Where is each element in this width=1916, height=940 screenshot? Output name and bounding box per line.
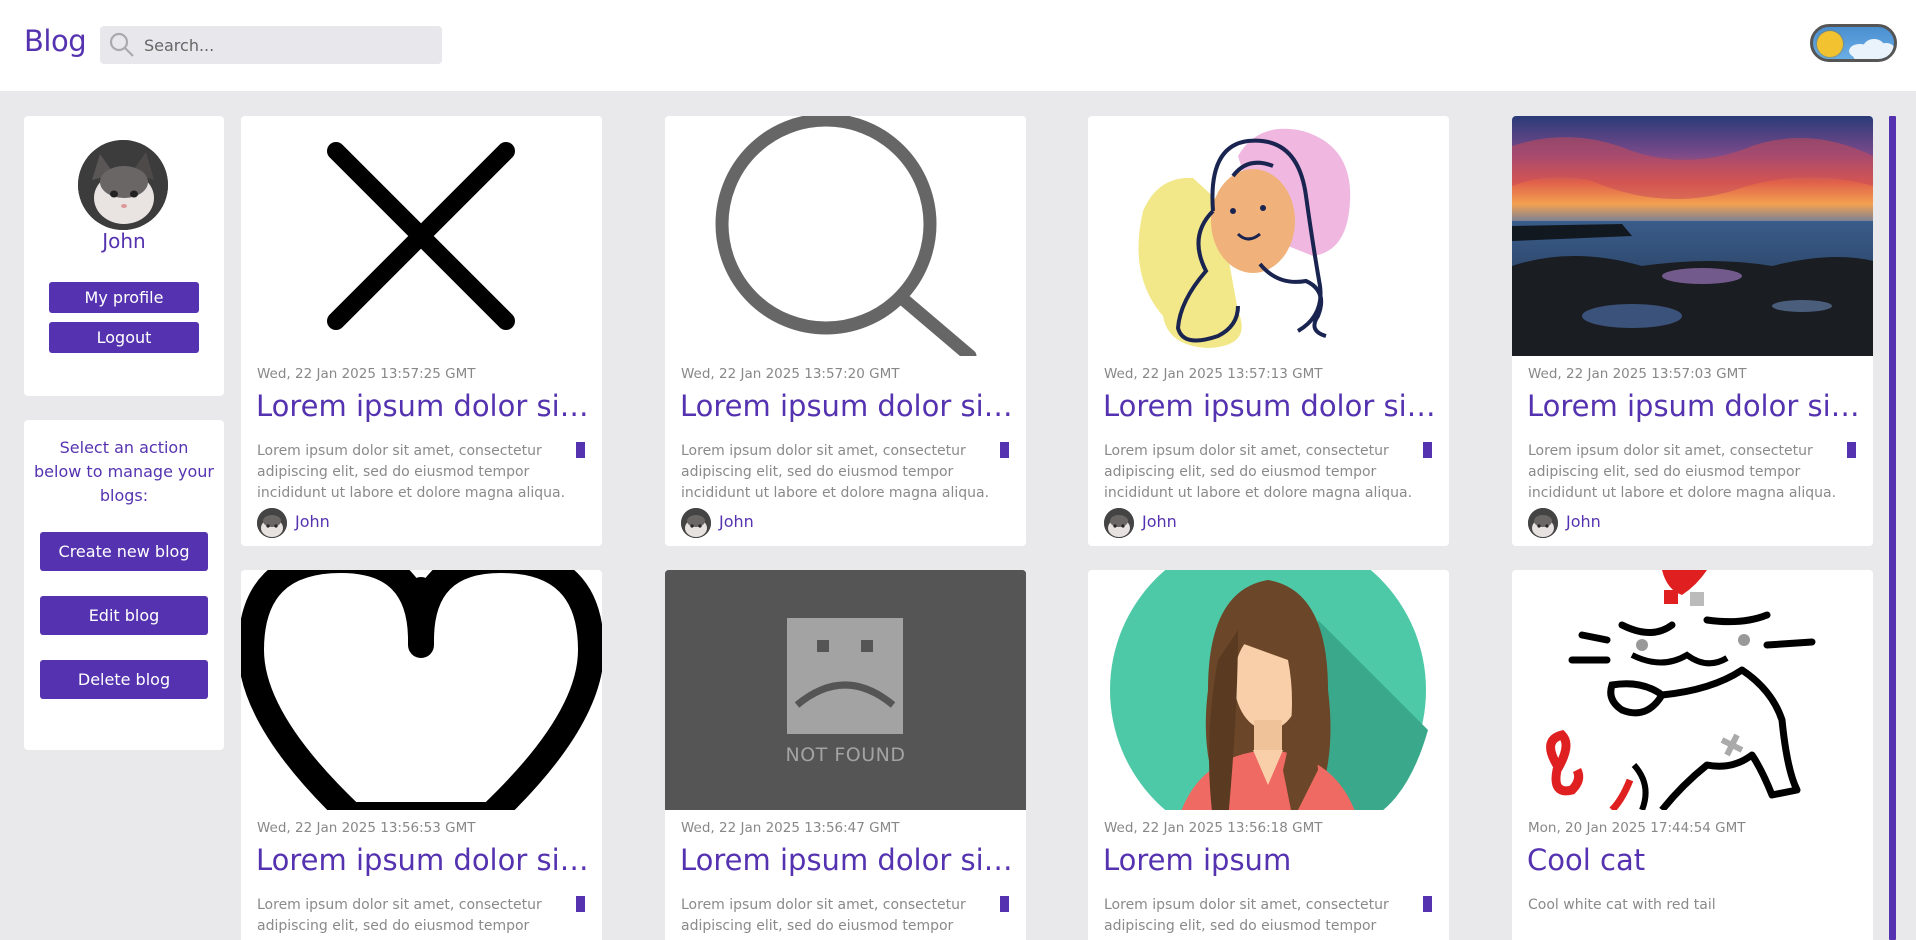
post-date: Wed, 22 Jan 2025 13:57:20 GMT — [681, 366, 900, 382]
post-date: Wed, 22 Jan 2025 13:56:53 GMT — [257, 820, 476, 836]
bookmark-icon[interactable] — [1000, 442, 1009, 458]
author-avatar — [1528, 508, 1558, 538]
post-date: Wed, 22 Jan 2025 13:56:18 GMT — [1104, 820, 1323, 836]
not-found-image — [665, 570, 1026, 810]
post-excerpt: Lorem ipsum dolor sit amet, consectetur … — [681, 897, 966, 934]
search-icon — [109, 32, 134, 57]
bookmark-icon[interactable] — [1423, 442, 1432, 458]
post-date: Wed, 22 Jan 2025 13:57:13 GMT — [1104, 366, 1323, 382]
bookmark-icon[interactable] — [576, 896, 585, 912]
scrollbar[interactable] — [1889, 116, 1896, 940]
post-title[interactable]: Lorem ipsum — [1103, 843, 1439, 877]
post-title[interactable]: Lorem ipsum dolor sit amet — [680, 389, 1016, 423]
actions-panel: Select an action below to manage your bl… — [24, 420, 224, 750]
post-title[interactable]: Lorem ipsum dolor sit amet — [256, 389, 592, 423]
post-excerpt: Cool white cat with red tail — [1528, 897, 1716, 913]
blog-thumbnail[interactable] — [665, 116, 1026, 356]
logout-button[interactable]: Logout — [49, 322, 199, 353]
post-excerpt: Lorem ipsum dolor sit amet, consectetur … — [1104, 443, 1413, 501]
bookmark-icon[interactable] — [1000, 896, 1009, 912]
brand-logo[interactable]: Blog — [24, 24, 87, 58]
blog-thumbnail[interactable] — [241, 116, 602, 356]
edit-blog-button[interactable]: Edit blog — [40, 596, 208, 635]
post-title[interactable]: Lorem ipsum dolor sit amet — [1527, 389, 1863, 423]
create-blog-button[interactable]: Create new blog — [40, 532, 208, 571]
magnifier-image — [665, 116, 1026, 356]
blog-card[interactable]: Mon, 20 Jan 2025 17:44:54 GMT Cool cat C… — [1512, 570, 1873, 940]
blog-card[interactable]: NOT FOUND Wed, 22 Jan 2025 13:56:47 GMT … — [665, 570, 1026, 940]
bookmark-icon[interactable] — [1847, 442, 1856, 458]
not-found-label: NOT FOUND — [785, 744, 906, 766]
post-title[interactable]: Cool cat — [1527, 843, 1863, 877]
post-title[interactable]: Lorem ipsum dolor sit amet — [1103, 389, 1439, 423]
author-name[interactable]: John — [719, 512, 754, 531]
blog-card[interactable]: Wed, 22 Jan 2025 13:56:53 GMT Lorem ipsu… — [241, 570, 602, 940]
post-title[interactable]: Lorem ipsum dolor sit amet — [680, 843, 1016, 877]
close-x-image — [241, 116, 602, 356]
blog-card[interactable]: Wed, 22 Jan 2025 13:57:13 GMT Lorem ipsu… — [1088, 116, 1449, 546]
bookmark-icon[interactable] — [1423, 896, 1432, 912]
post-title[interactable]: Lorem ipsum dolor sit amet — [256, 843, 592, 877]
post-date: Wed, 22 Jan 2025 13:57:25 GMT — [257, 366, 476, 382]
author-avatar — [681, 508, 711, 538]
delete-blog-button[interactable]: Delete blog — [40, 660, 208, 699]
author-avatar — [1104, 508, 1134, 538]
blog-thumbnail[interactable] — [1088, 570, 1449, 810]
actions-prompt: Select an action below to manage your bl… — [34, 438, 214, 505]
woman-avatar-image — [1088, 570, 1449, 810]
post-date: Wed, 22 Jan 2025 13:57:03 GMT — [1528, 366, 1747, 382]
blog-thumbnail[interactable] — [241, 570, 602, 810]
post-excerpt: Lorem ipsum dolor sit amet, consectetur … — [1104, 897, 1389, 934]
sunset-coast-image — [1512, 116, 1873, 356]
author-avatar — [257, 508, 287, 538]
blog-thumbnail[interactable] — [1512, 116, 1873, 356]
blog-thumbnail[interactable] — [1088, 116, 1449, 356]
my-profile-button[interactable]: My profile — [49, 282, 199, 313]
author-name[interactable]: John — [295, 512, 330, 531]
blog-card[interactable]: Wed, 22 Jan 2025 13:57:20 GMT Lorem ipsu… — [665, 116, 1026, 546]
author-name[interactable]: John — [1142, 512, 1177, 531]
post-date: Wed, 22 Jan 2025 13:56:47 GMT — [681, 820, 900, 836]
blog-card[interactable]: Wed, 22 Jan 2025 13:57:03 GMT Lorem ipsu… — [1512, 116, 1873, 546]
blog-thumbnail[interactable]: NOT FOUND — [665, 570, 1026, 810]
cat-drawing-image — [1512, 570, 1873, 810]
girl-line-art-image — [1088, 116, 1449, 356]
bookmark-icon[interactable] — [576, 442, 585, 458]
blog-card[interactable]: Wed, 22 Jan 2025 13:57:25 GMT Lorem ipsu… — [241, 116, 602, 546]
post-excerpt: Lorem ipsum dolor sit amet, consectetur … — [257, 897, 542, 934]
blog-thumbnail[interactable] — [1512, 570, 1873, 810]
author-name[interactable]: John — [1566, 512, 1601, 531]
heart-outline-image — [241, 570, 602, 810]
top-header: Blog — [0, 0, 1916, 91]
search-box — [100, 26, 442, 64]
sun-icon — [1817, 31, 1843, 57]
theme-toggle[interactable] — [1810, 24, 1897, 62]
search-input[interactable] — [144, 26, 434, 64]
post-excerpt: Lorem ipsum dolor sit amet, consectetur … — [1528, 443, 1837, 501]
profile-panel: John My profile Logout — [24, 116, 224, 396]
post-date: Mon, 20 Jan 2025 17:44:54 GMT — [1528, 820, 1746, 836]
avatar[interactable] — [78, 140, 168, 230]
post-excerpt: Lorem ipsum dolor sit amet, consectetur … — [681, 443, 990, 501]
blog-card[interactable]: Wed, 22 Jan 2025 13:56:18 GMT Lorem ipsu… — [1088, 570, 1449, 940]
post-excerpt: Lorem ipsum dolor sit amet, consectetur … — [257, 443, 566, 501]
profile-name[interactable]: John — [24, 229, 224, 253]
